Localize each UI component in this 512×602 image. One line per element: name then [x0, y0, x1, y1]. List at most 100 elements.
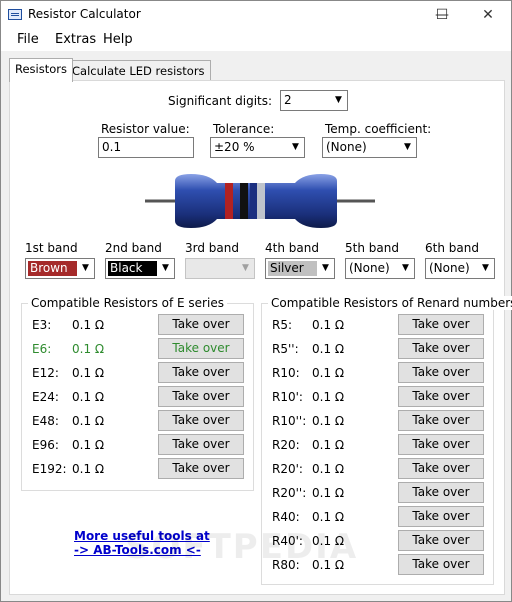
take-over-button[interactable]: Take over: [158, 338, 244, 359]
renard-row-value: 0.1 Ω: [312, 414, 345, 428]
band-4-label: 4th band: [265, 241, 319, 255]
e-series-row-name: E12:: [32, 366, 59, 380]
take-over-button[interactable]: Take over: [398, 386, 484, 407]
renard-row-name: R10:: [272, 366, 300, 380]
band-3-select[interactable]: ▼: [185, 258, 255, 279]
take-over-button[interactable]: Take over: [398, 506, 484, 527]
take-over-button[interactable]: Take over: [158, 314, 244, 335]
band-5-label: 5th band: [345, 241, 399, 255]
e-series-row-name: E48:: [32, 414, 59, 428]
significant-digits-label: Significant digits:: [168, 94, 273, 108]
band-6-select[interactable]: (None) ▼: [425, 258, 495, 279]
take-over-button[interactable]: Take over: [398, 482, 484, 503]
renard-title: Compatible Resistors of Renard numbers: [268, 296, 512, 310]
take-over-button[interactable]: Take over: [398, 362, 484, 383]
renard-row-value: 0.1 Ω: [312, 390, 345, 404]
band-2-value: Black: [108, 261, 160, 276]
renard-row-value: 0.1 Ω: [312, 438, 345, 452]
menu-help[interactable]: Help: [103, 32, 133, 47]
app-window: Resistor Calculator — ☐ ✕ File Extras He…: [0, 0, 512, 602]
renard-row-name: R40:: [272, 510, 300, 524]
renard-row-name: R5'':: [272, 342, 299, 356]
close-button[interactable]: ✕: [465, 1, 511, 29]
menu-bar: File Extras Help: [1, 29, 511, 51]
e-series-row-value: 0.1 Ω: [72, 462, 105, 476]
e-series-row-value: 0.1 Ω: [72, 342, 105, 356]
chevron-down-icon: ▼: [237, 259, 254, 278]
resistor-illustration: [145, 174, 375, 228]
e-series-row-name: E192:: [32, 462, 67, 476]
band-1-label: 1st band: [25, 241, 78, 255]
resistor-value-label: Resistor value:: [101, 122, 190, 136]
take-over-button[interactable]: Take over: [398, 338, 484, 359]
renard-row-value: 0.1 Ω: [312, 342, 345, 356]
window-title: Resistor Calculator: [28, 7, 141, 21]
temp-coefficient-value: (None): [326, 140, 367, 154]
renard-row-value: 0.1 Ω: [312, 486, 345, 500]
renard-row-name: R10'':: [272, 414, 307, 428]
e-series-title: Compatible Resistors of E series: [28, 296, 227, 310]
resistor-band: [225, 183, 233, 219]
e-series-row-name: E3:: [32, 318, 52, 332]
band-6-label: 6th band: [425, 241, 479, 255]
resistors-panel: Significant digits: 2 ▼ Resistor value: …: [9, 80, 512, 595]
take-over-button[interactable]: Take over: [398, 314, 484, 335]
tab-led-resistors[interactable]: Calculate LED resistors: [66, 60, 211, 81]
tolerance-select[interactable]: ±20 % ▼: [210, 137, 305, 158]
resistor-band: [250, 183, 258, 219]
renard-row-name: R5:: [272, 318, 293, 332]
resistor-band: [257, 183, 265, 219]
resistor-value-input[interactable]: 0.1: [98, 137, 194, 158]
e-series-row-name: E96:: [32, 438, 59, 452]
tab-resistors[interactable]: Resistors: [9, 58, 73, 82]
band-4-select[interactable]: Silver ▼: [265, 258, 335, 279]
chevron-down-icon: ▼: [157, 259, 174, 278]
e-series-row-value: 0.1 Ω: [72, 318, 105, 332]
take-over-button[interactable]: Take over: [158, 362, 244, 383]
take-over-button[interactable]: Take over: [398, 554, 484, 575]
significant-digits-select[interactable]: 2 ▼: [280, 90, 348, 111]
band-6-value: (None): [429, 261, 470, 275]
e-series-row-value: 0.1 Ω: [72, 414, 105, 428]
chevron-down-icon: ▼: [330, 91, 347, 110]
maximize-button[interactable]: ☐: [419, 1, 465, 29]
renard-row-value: 0.1 Ω: [312, 366, 345, 380]
e-series-row-value: 0.1 Ω: [72, 438, 105, 452]
chevron-down-icon: ▼: [399, 138, 416, 157]
temp-coefficient-label: Temp. coefficient:: [325, 122, 432, 136]
band-2-select[interactable]: Black ▼: [105, 258, 175, 279]
tolerance-value: ±20 %: [214, 140, 255, 154]
menu-file[interactable]: File: [17, 32, 39, 47]
band-3-label: 3rd band: [185, 241, 239, 255]
renard-row-value: 0.1 Ω: [312, 510, 345, 524]
take-over-button[interactable]: Take over: [158, 434, 244, 455]
chevron-down-icon: ▼: [77, 259, 94, 278]
title-bar[interactable]: Resistor Calculator — ☐ ✕: [1, 1, 511, 29]
take-over-button[interactable]: Take over: [398, 410, 484, 431]
renard-row-name: R20:: [272, 438, 300, 452]
chevron-down-icon: ▼: [317, 259, 334, 278]
take-over-button[interactable]: Take over: [398, 458, 484, 479]
watermark: SOFTPEDIA: [125, 527, 359, 567]
renard-row-name: R10':: [272, 390, 303, 404]
take-over-button[interactable]: Take over: [398, 434, 484, 455]
significant-digits-value: 2: [284, 93, 292, 107]
e-series-row-value: 0.1 Ω: [72, 390, 105, 404]
band-5-value: (None): [349, 261, 390, 275]
band-2-label: 2nd band: [105, 241, 162, 255]
chevron-down-icon: ▼: [477, 259, 494, 278]
tolerance-label: Tolerance:: [213, 122, 275, 136]
band-1-value: Brown: [28, 261, 80, 276]
band-5-select[interactable]: (None) ▼: [345, 258, 415, 279]
renard-row-value: 0.1 Ω: [312, 462, 345, 476]
menu-extras[interactable]: Extras: [55, 32, 96, 47]
take-over-button[interactable]: Take over: [398, 530, 484, 551]
take-over-button[interactable]: Take over: [158, 410, 244, 431]
band-1-select[interactable]: Brown ▼: [25, 258, 95, 279]
e-series-row-name: E6:: [32, 342, 52, 356]
temp-coefficient-select[interactable]: (None) ▼: [322, 137, 417, 158]
band-4-value: Silver: [268, 261, 320, 276]
take-over-button[interactable]: Take over: [158, 458, 244, 479]
app-icon: [8, 9, 22, 20]
take-over-button[interactable]: Take over: [158, 386, 244, 407]
